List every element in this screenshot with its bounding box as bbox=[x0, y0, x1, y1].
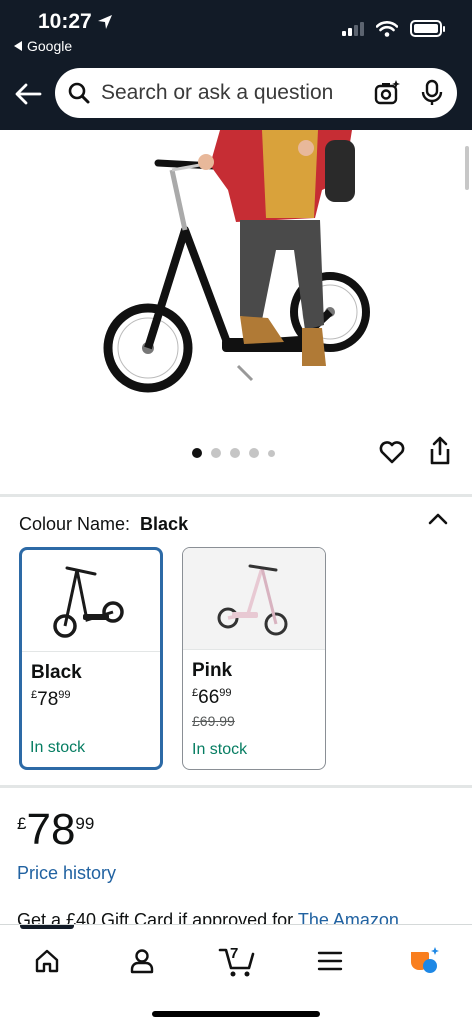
assistant-icon bbox=[411, 947, 439, 973]
price-whole: 78 bbox=[26, 805, 76, 854]
share-icon[interactable] bbox=[428, 436, 452, 466]
cell-signal-icon bbox=[342, 21, 364, 36]
back-app-label: Google bbox=[27, 38, 73, 54]
chevron-up-icon[interactable] bbox=[428, 512, 448, 526]
search-icon bbox=[68, 82, 90, 104]
nav-menu[interactable] bbox=[310, 941, 350, 981]
nav-cart[interactable]: 7 bbox=[216, 941, 258, 981]
colour-option-black[interactable]: Black £7899 In stock bbox=[19, 547, 163, 770]
wifi-icon bbox=[376, 20, 398, 37]
caret-left-icon bbox=[14, 41, 22, 51]
search-bar[interactable]: Search or ask a question bbox=[55, 68, 457, 118]
home-indicator bbox=[152, 1011, 320, 1017]
option-price: £7899 bbox=[31, 689, 71, 710]
nav-home[interactable] bbox=[27, 941, 67, 981]
price-fraction: 99 bbox=[75, 814, 95, 833]
location-arrow-icon bbox=[97, 15, 112, 29]
camera-search-icon[interactable] bbox=[373, 79, 401, 107]
colour-thumbnail bbox=[183, 548, 325, 650]
price-currency: £ bbox=[17, 814, 27, 833]
page-dot[interactable] bbox=[230, 448, 240, 458]
search-input[interactable]: Search or ask a question bbox=[101, 81, 365, 105]
colour-name-heading: Colour Name: Black bbox=[19, 514, 188, 535]
selected-colour: Black bbox=[140, 514, 189, 534]
status-time: 10:27 bbox=[38, 10, 113, 34]
list-price: £69.99 bbox=[192, 713, 235, 729]
scroll-indicator bbox=[465, 146, 469, 190]
nav-account[interactable] bbox=[122, 941, 162, 981]
page-dot[interactable] bbox=[268, 449, 275, 457]
stock-status: In stock bbox=[192, 741, 248, 758]
product-image[interactable] bbox=[0, 130, 472, 430]
price-history-link[interactable]: Price history bbox=[17, 863, 116, 884]
microphone-icon[interactable] bbox=[421, 79, 443, 107]
active-tab-indicator bbox=[20, 925, 74, 929]
page-dot[interactable] bbox=[192, 448, 202, 458]
back-arrow-icon[interactable] bbox=[12, 78, 44, 110]
status-indicators bbox=[342, 20, 445, 37]
option-name: Pink bbox=[192, 660, 233, 681]
scooter-thumbnail bbox=[217, 564, 288, 635]
back-to-app-link[interactable]: Google bbox=[14, 38, 72, 54]
option-price: £6699 bbox=[192, 687, 232, 708]
page-dot[interactable] bbox=[211, 448, 221, 458]
battery-icon bbox=[410, 20, 445, 37]
hamburger-menu-icon bbox=[317, 951, 343, 971]
cart-count-badge: 7 bbox=[230, 945, 239, 962]
home-icon bbox=[35, 949, 59, 973]
section-divider bbox=[0, 785, 472, 788]
section-divider bbox=[0, 494, 472, 497]
stock-status: In stock bbox=[30, 739, 86, 756]
nav-assistant[interactable] bbox=[404, 941, 444, 981]
option-name: Black bbox=[31, 662, 82, 683]
page-dot[interactable] bbox=[249, 448, 259, 458]
account-icon bbox=[130, 949, 154, 974]
bottom-nav: 7 bbox=[0, 924, 472, 1024]
image-pagination[interactable] bbox=[192, 448, 275, 458]
product-price: £ 78 99 bbox=[17, 806, 94, 854]
colour-option-pink[interactable]: Pink £6699 £69.99 In stock bbox=[182, 547, 326, 770]
wishlist-heart-icon[interactable] bbox=[378, 438, 406, 466]
scooter-thumbnail bbox=[53, 566, 124, 638]
colour-label: Colour Name: bbox=[19, 514, 131, 534]
clock-text: 10:27 bbox=[38, 10, 92, 33]
colour-thumbnail bbox=[22, 550, 160, 652]
top-bar: 10:27 Google Search or ask a question bbox=[0, 0, 472, 130]
